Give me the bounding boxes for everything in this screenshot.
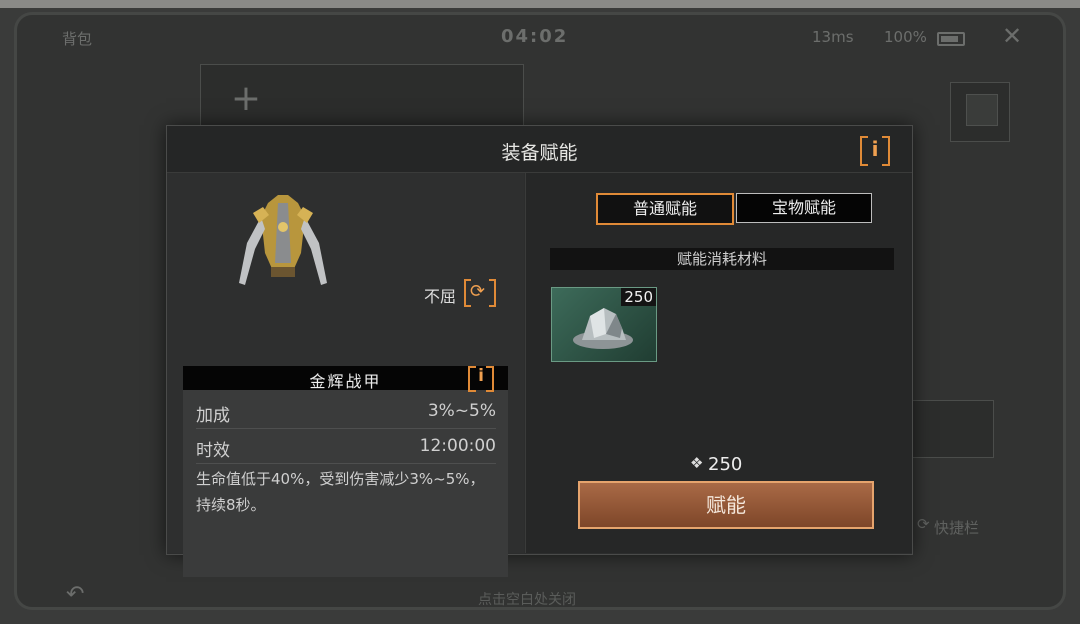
add-icon: + bbox=[230, 78, 262, 119]
frame-top-edge bbox=[0, 0, 1080, 8]
item-description: 生命值低于40%，受到伤害减少3%~5%，持续8秒。 bbox=[196, 470, 485, 514]
tab-treasure-empower[interactable]: 宝物赋能 bbox=[736, 193, 872, 223]
info-button[interactable]: i bbox=[860, 136, 890, 166]
battery-icon bbox=[937, 32, 965, 46]
stat-value: 12:00:00 bbox=[419, 436, 496, 456]
item-info-icon: i bbox=[478, 366, 484, 386]
cost-amount: 250 bbox=[708, 454, 743, 475]
back-label[interactable]: 背包 bbox=[62, 28, 92, 49]
shirt-icon bbox=[966, 94, 998, 126]
stat-value: 3%~5% bbox=[427, 401, 496, 421]
item-detail-card: 金辉战甲 i 加成 3%~5% 时效 12:00:00 生命值低于40%，受到伤… bbox=[183, 366, 508, 577]
currency-icon: ❖ bbox=[690, 454, 704, 472]
refresh-icon: ⟳ bbox=[470, 281, 486, 302]
stat-row-duration: 时效 12:00:00 bbox=[196, 429, 496, 464]
quickbar-icon: ⟳ bbox=[917, 515, 930, 533]
dialog-title: 装备赋能 bbox=[501, 142, 578, 164]
attribute-label: 不屈 bbox=[424, 287, 457, 306]
item-info-button[interactable]: i bbox=[468, 366, 494, 392]
item-name-bar: 金辉战甲 i bbox=[183, 366, 508, 392]
ping-indicator: 13ms bbox=[812, 28, 854, 46]
materials-header: 赋能消耗材料 bbox=[550, 248, 894, 270]
equipment-empower-dialog: 装备赋能 i 不屈 ⟳ 金辉战甲 i 加成 3%~5% 时效 12:00:00 … bbox=[166, 125, 913, 577]
tab-normal-empower[interactable]: 普通赋能 bbox=[596, 193, 734, 225]
stat-label: 加成 bbox=[196, 406, 230, 426]
empower-button[interactable]: 赋能 bbox=[578, 481, 874, 529]
dialog-header: 装备赋能 i bbox=[167, 126, 912, 173]
ore-icon bbox=[573, 308, 633, 349]
clock: 04:02 bbox=[501, 26, 569, 47]
battery-percent: 100% bbox=[884, 28, 927, 46]
quickbar-label[interactable]: 快捷栏 bbox=[934, 517, 979, 538]
empower-panel: 普通赋能 宝物赋能 赋能消耗材料 250 ❖ 250 赋能 bbox=[525, 173, 912, 553]
stat-row-bonus: 加成 3%~5% bbox=[196, 394, 496, 429]
info-icon: i bbox=[871, 137, 879, 161]
close-icon[interactable]: ✕ bbox=[1002, 22, 1022, 50]
refresh-button[interactable]: ⟳ bbox=[464, 279, 496, 307]
stat-label: 时效 bbox=[196, 441, 230, 461]
item-name: 金辉战甲 bbox=[309, 372, 382, 391]
equipment-panel: 不屈 ⟳ 金辉战甲 i 加成 3%~5% 时效 12:00:00 生命值低于40… bbox=[167, 173, 524, 577]
background-item-slot bbox=[912, 400, 994, 458]
close-hint: 点击空白处关闭 bbox=[478, 592, 576, 608]
material-quantity: 250 bbox=[621, 288, 656, 306]
undo-icon[interactable]: ↶ bbox=[66, 582, 84, 607]
armor-image bbox=[239, 195, 327, 285]
material-slot[interactable]: 250 bbox=[551, 287, 657, 362]
